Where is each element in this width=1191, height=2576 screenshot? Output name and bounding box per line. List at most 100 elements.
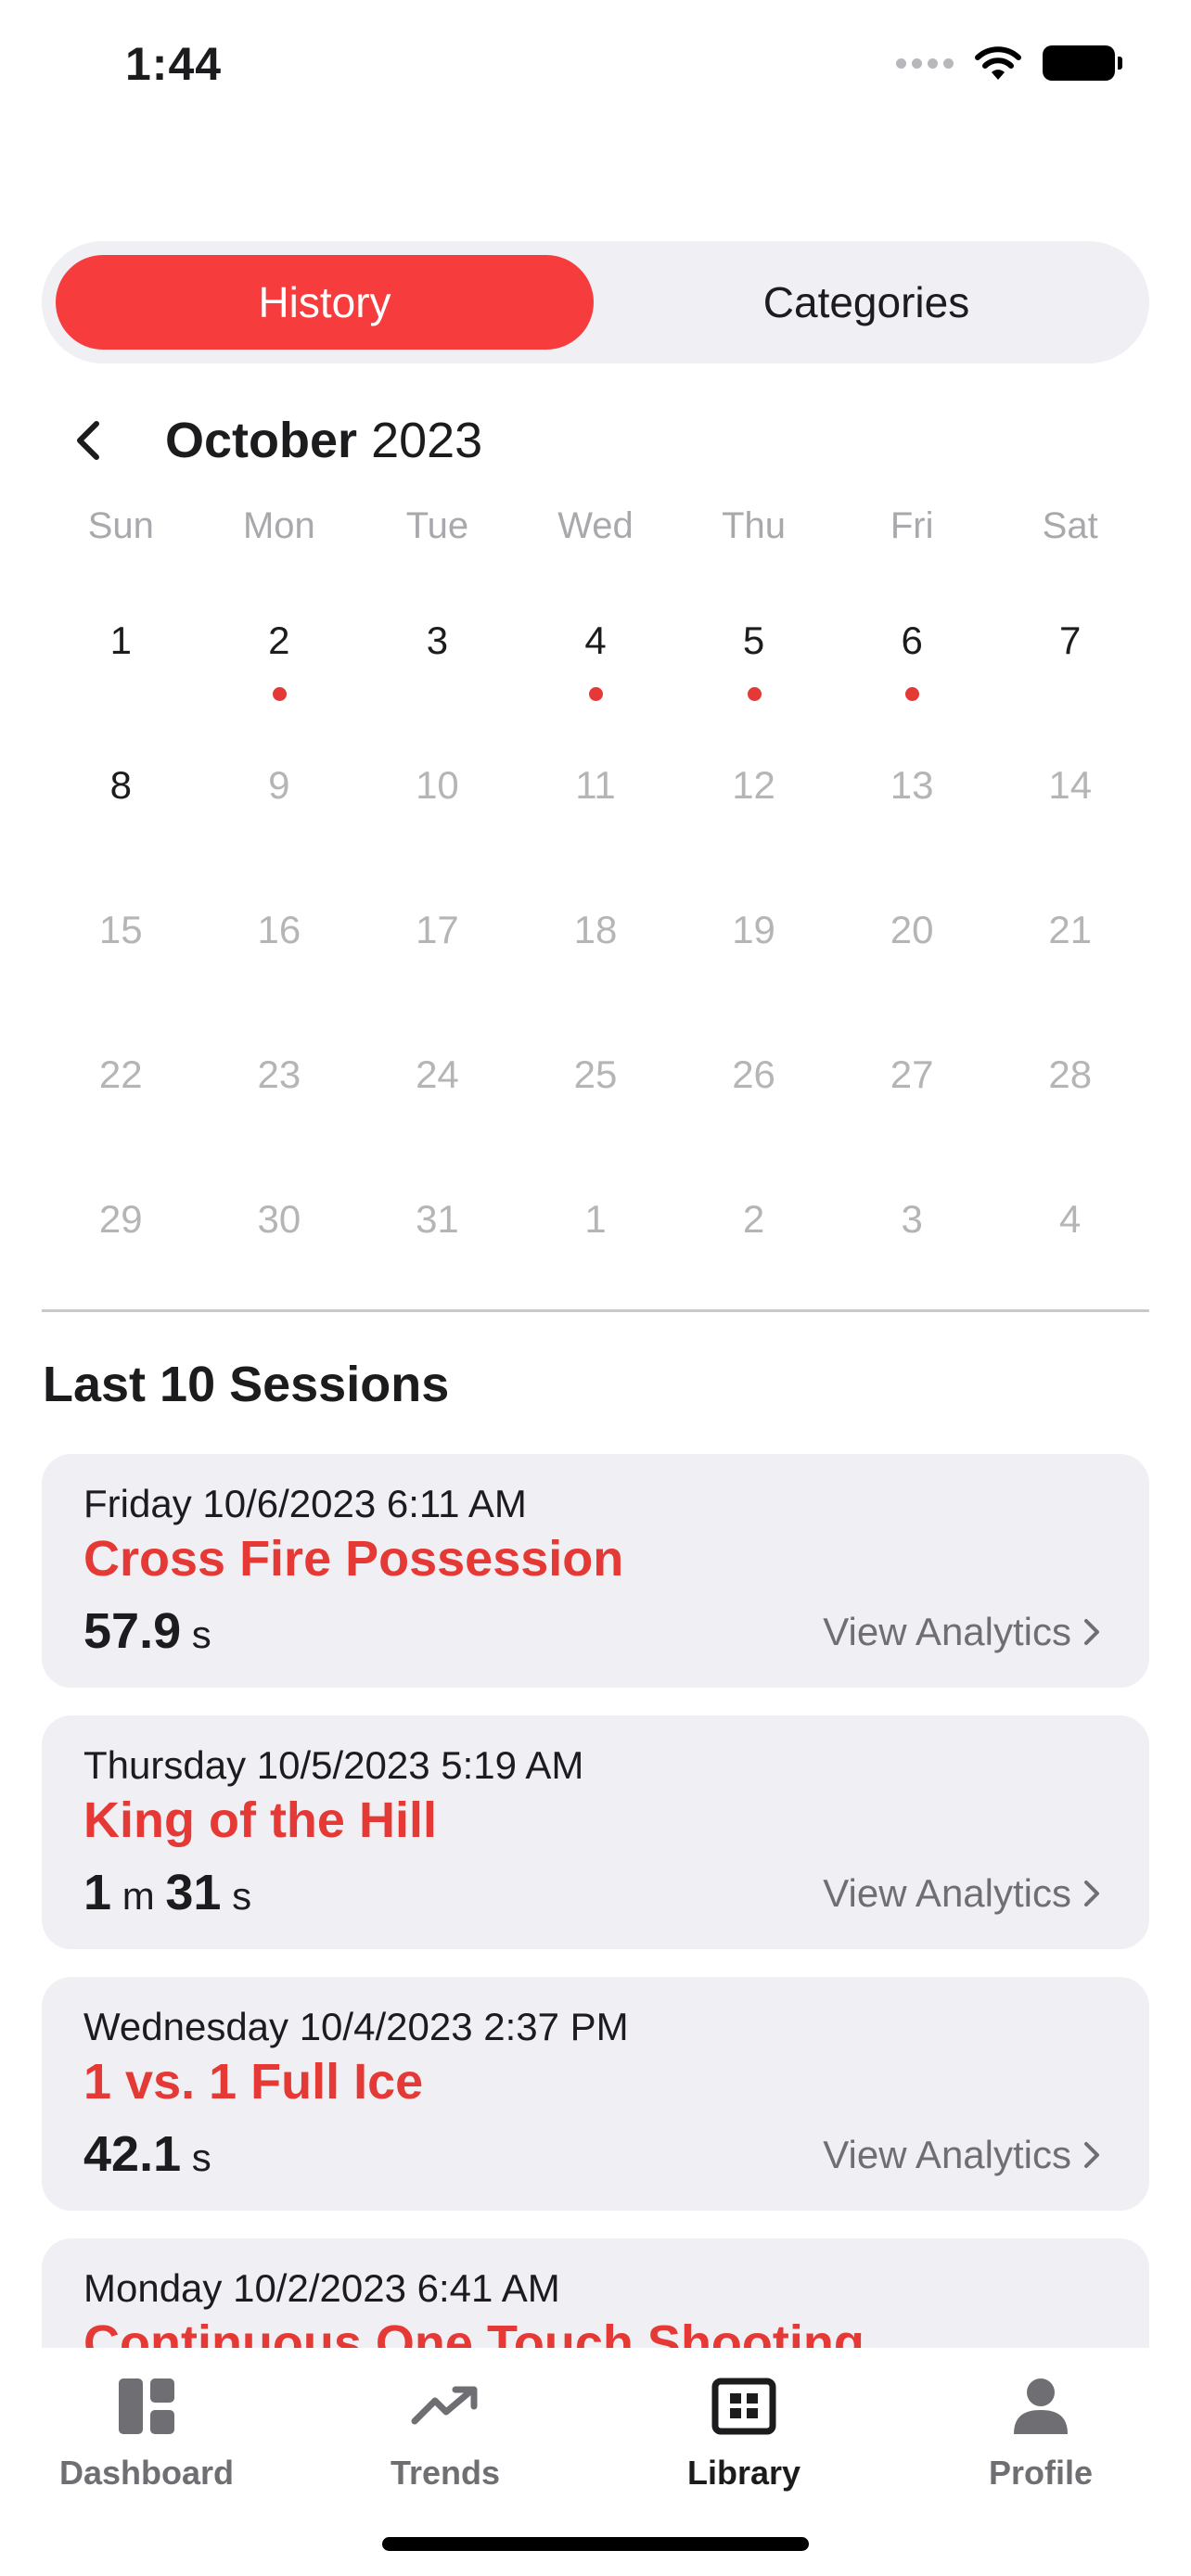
calendar-day[interactable]: 24 [358, 1004, 517, 1149]
chevron-right-icon [1084, 2142, 1099, 2168]
session-card[interactable]: Wednesday 10/4/2023 2:37 PM 1 vs. 1 Full … [42, 1977, 1149, 2211]
day-number: 28 [1048, 1052, 1093, 1096]
calendar-day[interactable]: 20 [833, 860, 992, 1004]
view-analytics-link[interactable]: View Analytics [823, 1871, 1101, 1916]
day-number: 17 [416, 908, 459, 951]
calendar-day[interactable]: 6 [833, 570, 992, 715]
calendar-day[interactable]: 21 [991, 860, 1149, 1004]
day-number: 4 [584, 618, 607, 662]
calendar-day[interactable]: 28 [991, 1004, 1149, 1149]
calendar-day[interactable]: 4 [517, 570, 675, 715]
tab-library[interactable]: Library [623, 2374, 864, 2493]
tab-label: Library [686, 2454, 801, 2492]
home-indicator [382, 2537, 809, 2551]
day-number: 3 [901, 1197, 923, 1241]
day-number: 20 [890, 908, 934, 951]
view-analytics-link[interactable]: View Analytics [823, 1610, 1101, 1654]
tab-categories[interactable]: Categories [597, 255, 1135, 350]
tab-history[interactable]: History [56, 255, 594, 350]
calendar-day[interactable]: 31 [358, 1149, 517, 1294]
calendar-day[interactable]: 3 [358, 570, 517, 715]
day-number: 1 [109, 618, 132, 662]
day-number: 31 [416, 1197, 459, 1241]
session-name: King of the Hill [83, 1792, 437, 1848]
tab-label: Dashboard [58, 2454, 235, 2492]
day-number: 12 [732, 763, 775, 807]
session-card[interactable]: Thursday 10/5/2023 5:19 AM King of the Hi… [42, 1715, 1149, 1949]
day-number: 3 [426, 618, 449, 662]
view-analytics-label: View Analytics [823, 1610, 1071, 1653]
day-number: 25 [573, 1052, 618, 1096]
calendar-day[interactable]: 25 [517, 1004, 675, 1149]
cellular-signal-icon [896, 57, 954, 69]
week-row: 22 23 24 25 26 27 28 [42, 1004, 1149, 1149]
duration-unit: s [191, 2136, 211, 2179]
calendar-day[interactable]: 19 [674, 860, 833, 1004]
session-date: Friday 10/6/2023 6:11 AM [83, 1482, 527, 1525]
view-analytics-link[interactable]: View Analytics [823, 2133, 1101, 2177]
calendar-day[interactable]: 13 [833, 715, 992, 860]
wifi-icon [975, 46, 1021, 80]
calendar-day[interactable]: 2 [674, 1149, 833, 1294]
calendar-day[interactable]: 22 [42, 1004, 200, 1149]
view-analytics-label: View Analytics [823, 2133, 1071, 2176]
calendar-day[interactable]: 8 [42, 715, 200, 860]
session-date: Monday 10/2/2023 6:41 AM [83, 2266, 560, 2310]
session-name: 1 vs. 1 Full Ice [83, 2054, 424, 2110]
session-indicator-dot [272, 687, 287, 701]
day-number: 30 [257, 1197, 301, 1241]
calendar-day[interactable]: 12 [674, 715, 833, 860]
day-number: 27 [890, 1052, 934, 1096]
day-number: 14 [1048, 763, 1093, 807]
day-number: 5 [742, 618, 765, 662]
tab-profile[interactable]: Profile [920, 2374, 1161, 2493]
day-number: 29 [98, 1197, 143, 1241]
status-time: 1:44 [125, 38, 223, 90]
calendar-day[interactable]: 10 [358, 715, 517, 860]
duration-value: 31 [165, 1865, 222, 1920]
calendar-day[interactable]: 15 [42, 860, 200, 1004]
calendar-day[interactable]: 27 [833, 1004, 992, 1149]
weekday-label: Tue [405, 505, 469, 546]
chevron-left-icon [77, 421, 99, 460]
tab-dashboard[interactable]: Dashboard [26, 2374, 267, 2493]
calendar-day[interactable]: 11 [517, 715, 675, 860]
battery-icon [1043, 45, 1122, 81]
calendar-day[interactable]: 5 [674, 570, 833, 715]
calendar-day[interactable]: 18 [517, 860, 675, 1004]
year: 2023 [371, 413, 483, 468]
calendar-day[interactable]: 1 [42, 570, 200, 715]
sessions-list: Friday 10/6/2023 6:11 AM Cross Fire Posse… [42, 1454, 1149, 2500]
calendar-day[interactable]: 2 [200, 570, 359, 715]
weekday-label: Wed [557, 505, 634, 546]
session-card[interactable]: Friday 10/6/2023 6:11 AM Cross Fire Posse… [42, 1454, 1149, 1688]
calendar-day[interactable]: 16 [200, 860, 359, 1004]
calendar-day[interactable]: 9 [200, 715, 359, 860]
day-number: 22 [98, 1052, 143, 1096]
duration-value: 1 [83, 1865, 112, 1920]
calendar-day[interactable]: 29 [42, 1149, 200, 1294]
day-number: 1 [584, 1197, 607, 1241]
day-number: 4 [1059, 1197, 1082, 1241]
calendar-day[interactable]: 26 [674, 1004, 833, 1149]
calendar-day[interactable]: 7 [991, 570, 1149, 715]
duration-unit: m [122, 1874, 155, 1918]
calendar-day[interactable]: 4 [991, 1149, 1149, 1294]
calendar-day[interactable]: 23 [200, 1004, 359, 1149]
calendar-day[interactable]: 17 [358, 860, 517, 1004]
day-number: 2 [268, 618, 290, 662]
calendar-day[interactable]: 3 [833, 1149, 992, 1294]
person-icon [1014, 2378, 1068, 2434]
calendar-day[interactable]: 14 [991, 715, 1149, 860]
previous-month-button[interactable] [60, 413, 116, 468]
weekday-label: Thu [722, 505, 787, 546]
calendar-day[interactable]: 1 [517, 1149, 675, 1294]
day-number: 21 [1048, 908, 1093, 951]
session-date: Wednesday 10/4/2023 2:37 PM [83, 2005, 629, 2048]
calendar-day[interactable]: 30 [200, 1149, 359, 1294]
tab-trends[interactable]: Trends [325, 2374, 566, 2493]
weekday-header-row: Sun Mon Tue Wed Thu Fri Sat [42, 505, 1149, 570]
library-grid-icon [711, 2378, 776, 2435]
weekday-label: Sat [1042, 505, 1098, 546]
dashboard-icon [119, 2378, 174, 2434]
